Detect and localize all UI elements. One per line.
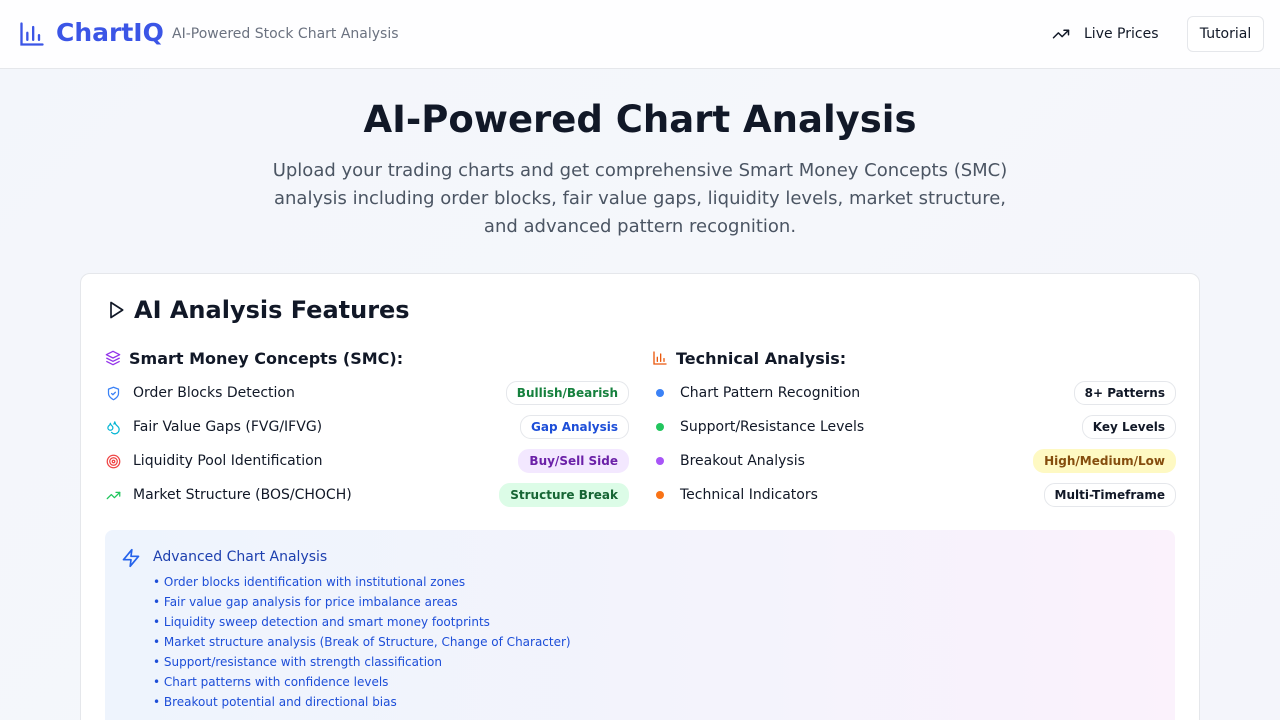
list-item: Market Structure (BOS/CHOCH) Structure B… <box>105 478 629 512</box>
status-badge: High/Medium/Low <box>1033 449 1176 473</box>
status-badge: Bullish/Bearish <box>505 381 629 405</box>
bar-chart-logo-icon <box>18 20 46 48</box>
list-item: Breakout Analysis High/Medium/Low <box>652 444 1176 478</box>
live-prices-label: Live Prices <box>1084 26 1159 42</box>
trending-up-icon <box>105 487 121 503</box>
page-subtitle: Upload your trading charts and get compr… <box>272 160 1008 237</box>
list-item: Technical Indicators Multi-Timeframe <box>652 478 1176 512</box>
shield-icon <box>105 385 121 401</box>
list-item: • Fair value gap analysis for price imba… <box>153 595 458 609</box>
page-title: AI-Powered Chart Analysis <box>363 98 917 141</box>
list-item: Fair Value Gaps (FVG/IFVG) Gap Analysis <box>105 410 629 444</box>
layers-icon <box>105 350 121 366</box>
list-item: • Chart patterns with confidence levels <box>153 675 389 689</box>
status-badge: Key Levels <box>1081 415 1176 439</box>
feature-label: Breakout Analysis <box>680 453 805 469</box>
list-item: Liquidity Pool Identification Buy/Sell S… <box>105 444 629 478</box>
features-card: AI Analysis Features Smart Money Concept… <box>80 273 1200 720</box>
features-title: AI Analysis Features <box>134 296 410 324</box>
status-badge: Buy/Sell Side <box>518 449 629 473</box>
bullet-dot-icon <box>656 491 664 499</box>
smc-column: Smart Money Concepts (SMC): Order Blocks… <box>105 346 629 512</box>
status-badge: 8+ Patterns <box>1073 381 1176 405</box>
list-item: Support/Resistance Levels Key Levels <box>652 410 1176 444</box>
list-item: • Support/resistance with strength class… <box>153 655 442 669</box>
list-item: • Order blocks identification with insti… <box>153 575 466 589</box>
list-item: • Breakout potential and directional bia… <box>153 695 397 709</box>
list-item: Chart Pattern Recognition 8+ Patterns <box>652 376 1176 410</box>
feature-label: Support/Resistance Levels <box>680 419 865 435</box>
bullet-dot-icon <box>656 389 664 397</box>
brand-tagline: AI-Powered Stock Chart Analysis <box>172 26 399 42</box>
brand-name[interactable]: ChartIQ <box>56 16 164 50</box>
advanced-analysis-box: Advanced Chart Analysis • Order blocks i… <box>105 530 1175 720</box>
bar-chart-icon <box>652 350 668 366</box>
droplets-icon <box>105 419 121 435</box>
feature-label: Liquidity Pool Identification <box>133 453 323 469</box>
status-badge: Multi-Timeframe <box>1043 483 1176 507</box>
advanced-list: • Order blocks identification with insti… <box>153 572 571 712</box>
feature-label: Technical Indicators <box>680 487 818 503</box>
bullet-dot-icon <box>656 423 664 431</box>
status-badge: Gap Analysis <box>520 415 629 439</box>
live-prices-button[interactable]: Live Prices <box>1044 17 1170 51</box>
bullet-dot-icon <box>656 457 664 465</box>
list-item: Order Blocks Detection Bullish/Bearish <box>105 376 629 410</box>
tutorial-button[interactable]: Tutorial <box>1187 16 1264 52</box>
list-item: • Market structure analysis (Break of St… <box>153 635 571 649</box>
status-badge: Structure Break <box>499 483 629 507</box>
technical-heading: Technical Analysis: <box>676 348 847 368</box>
technical-column: Technical Analysis: Chart Pattern Recogn… <box>652 346 1176 512</box>
smc-heading: Smart Money Concepts (SMC): <box>129 348 404 368</box>
target-icon <box>105 453 121 469</box>
feature-label: Chart Pattern Recognition <box>680 385 861 401</box>
play-icon <box>106 300 126 320</box>
feature-label: Market Structure (BOS/CHOCH) <box>133 487 352 503</box>
zap-icon <box>121 548 141 568</box>
trending-up-icon <box>1052 25 1070 43</box>
advanced-title: Advanced Chart Analysis <box>153 549 328 565</box>
feature-label: Order Blocks Detection <box>133 385 295 401</box>
list-item: • Liquidity sweep detection and smart mo… <box>153 615 490 629</box>
top-header: ChartIQ AI-Powered Stock Chart Analysis … <box>0 0 1280 69</box>
feature-label: Fair Value Gaps (FVG/IFVG) <box>133 419 323 435</box>
